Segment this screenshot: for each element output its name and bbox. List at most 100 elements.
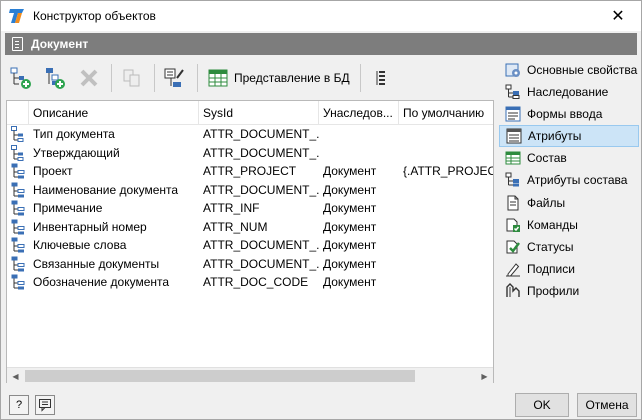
close-button[interactable]: ✕ <box>595 1 641 31</box>
horizontal-scrollbar[interactable]: ◀ ▶ <box>7 367 493 384</box>
comment-icon <box>39 399 51 412</box>
cell-description: Инвентарный номер <box>33 219 147 234</box>
table-row[interactable]: Ключевые слова ATTR_DOCUMENT_... Документ <box>7 236 493 255</box>
table-row[interactable]: Инвентарный номер ATTR_NUM Документ <box>7 218 493 237</box>
cell-description: Тип документа <box>33 127 115 142</box>
sidebar-item-profiles[interactable]: Профили <box>499 280 639 302</box>
properties-icon <box>505 62 521 78</box>
tree-attr-icon <box>7 144 29 163</box>
cell-default <box>399 273 493 292</box>
cell-sysid: ATTR_PROJECT <box>203 164 297 179</box>
table-row[interactable]: Примечание ATTR_INF Документ <box>7 199 493 218</box>
column-header-default[interactable]: По умолчанию <box>399 101 493 124</box>
cell-default <box>399 255 493 274</box>
edit-button[interactable] <box>159 62 191 94</box>
table-row[interactable]: Утверждающий ATTR_DOCUMENT_... <box>7 144 493 163</box>
toolbar-separator <box>111 64 112 92</box>
cell-inherited: Документ <box>323 256 377 271</box>
list-order-icon <box>376 71 385 85</box>
comment-button[interactable] <box>35 395 55 415</box>
sidebar-item-attributes[interactable]: Атрибуты <box>499 125 639 148</box>
composition-attributes-icon <box>505 172 521 188</box>
column-header-sysid[interactable]: SysId <box>199 101 319 124</box>
inheritance-icon <box>505 84 521 100</box>
files-icon <box>505 195 521 211</box>
help-button[interactable]: ? <box>9 395 29 415</box>
add-attribute-button[interactable] <box>5 62 37 94</box>
sidebar-item-label: Профили <box>527 283 580 298</box>
scrollbar-thumb[interactable] <box>25 370 415 382</box>
cell-sysid: ATTR_DOCUMENT_... <box>203 256 319 271</box>
table-row[interactable]: Связанные документы ATTR_DOCUMENT_... Доку… <box>7 255 493 274</box>
table-row[interactable]: Тип документа ATTR_DOCUMENT_... <box>7 125 493 144</box>
cell-default <box>399 236 493 255</box>
column-header-icon[interactable] <box>7 101 29 124</box>
object-attr-icon <box>7 273 29 292</box>
db-view-button[interactable]: Представление в БД <box>202 62 356 94</box>
sidebar-item-statuses[interactable]: Статусы <box>499 236 639 258</box>
list-order-button[interactable] <box>365 62 397 94</box>
toolbar: Представление в БД <box>5 59 493 97</box>
table-row[interactable]: Проект ATTR_PROJECT Документ {.ATTR_PROJECT… <box>7 162 493 181</box>
sidebar-item-label: Атрибуты <box>528 129 582 144</box>
cell-inherited <box>319 125 399 144</box>
edit-icon <box>164 68 184 87</box>
toolbar-separator <box>359 64 361 92</box>
document-icon <box>12 37 23 51</box>
cell-sysid: ATTR_DOC_CODE <box>203 275 309 290</box>
ok-button[interactable]: OK <box>515 393 569 417</box>
add-attribute-icon <box>10 67 31 89</box>
object-designer-window: Конструктор объектов ✕ Документ Представ… <box>0 0 642 420</box>
copy-button[interactable] <box>116 62 148 94</box>
sidebar-item-composition-attributes[interactable]: Атрибуты состава <box>499 169 639 191</box>
cell-description: Утверждающий <box>33 145 120 160</box>
help-icon: ? <box>15 399 23 411</box>
sidebar-item-label: Формы ввода <box>527 107 603 122</box>
object-attr-icon <box>7 255 29 274</box>
sidebar-item-properties[interactable]: Основные свойства <box>499 59 639 81</box>
object-title: Документ <box>31 37 89 51</box>
cell-sysid: ATTR_DOCUMENT_... <box>203 127 319 142</box>
cell-description: Связанные документы <box>33 256 160 271</box>
cell-default: {.ATTR_PROJECT} <box>403 164 493 179</box>
sidebar-item-commands[interactable]: Команды <box>499 214 639 236</box>
grid-header: Описание SysId Унаследов... По умолчанию <box>7 101 493 125</box>
attributes-icon <box>506 128 522 144</box>
column-header-inherited[interactable]: Унаследов... <box>319 101 399 124</box>
sidebar-item-files[interactable]: Файлы <box>499 192 639 214</box>
scroll-left-icon[interactable]: ◀ <box>7 368 24 384</box>
scroll-right-icon[interactable]: ▶ <box>476 368 493 384</box>
add-object-attribute-button[interactable] <box>39 62 71 94</box>
cell-default <box>399 218 493 237</box>
cell-description: Примечание <box>33 201 103 216</box>
toolbar-separator <box>197 64 198 92</box>
sidebar-item-inheritance[interactable]: Наследование <box>499 81 639 103</box>
object-attr-icon <box>7 162 29 181</box>
column-header-description[interactable]: Описание <box>29 101 199 124</box>
sidebar-item-forms[interactable]: Формы ввода <box>499 103 639 125</box>
toolbar-separator <box>154 64 155 92</box>
cell-description: Ключевые слова <box>33 238 127 253</box>
object-attr-icon <box>7 218 29 237</box>
table-row[interactable]: Обозначение документа ATTR_DOC_CODE Докуме… <box>7 273 493 292</box>
cell-inherited: Документ <box>323 219 377 234</box>
title-bar: Конструктор объектов ✕ <box>1 1 641 31</box>
db-view-label: Представление в БД <box>234 71 350 85</box>
table-row[interactable]: Наименование документа ATTR_DOCUMENT_... Д… <box>7 181 493 200</box>
cell-description: Проект <box>33 164 73 179</box>
sidebar-item-signatures[interactable]: Подписи <box>499 258 639 280</box>
profiles-icon <box>505 282 521 299</box>
cell-sysid: ATTR_DOCUMENT_... <box>203 182 319 197</box>
signatures-icon <box>505 261 521 277</box>
object-header: Документ <box>5 33 637 55</box>
attributes-grid: Описание SysId Унаследов... По умолчанию… <box>6 100 494 383</box>
cell-default <box>399 181 493 200</box>
sidebar-item-composition[interactable]: Состав <box>499 147 639 169</box>
cancel-button[interactable]: Отмена <box>577 393 637 417</box>
delete-button[interactable] <box>73 62 105 94</box>
cell-sysid: ATTR_INF <box>203 201 260 216</box>
grid-body: Тип документа ATTR_DOCUMENT_... Утверждающ… <box>7 125 493 292</box>
cell-sysid: ATTR_DOCUMENT_... <box>203 145 319 160</box>
cell-inherited: Документ <box>323 182 377 197</box>
table-icon <box>208 69 228 87</box>
